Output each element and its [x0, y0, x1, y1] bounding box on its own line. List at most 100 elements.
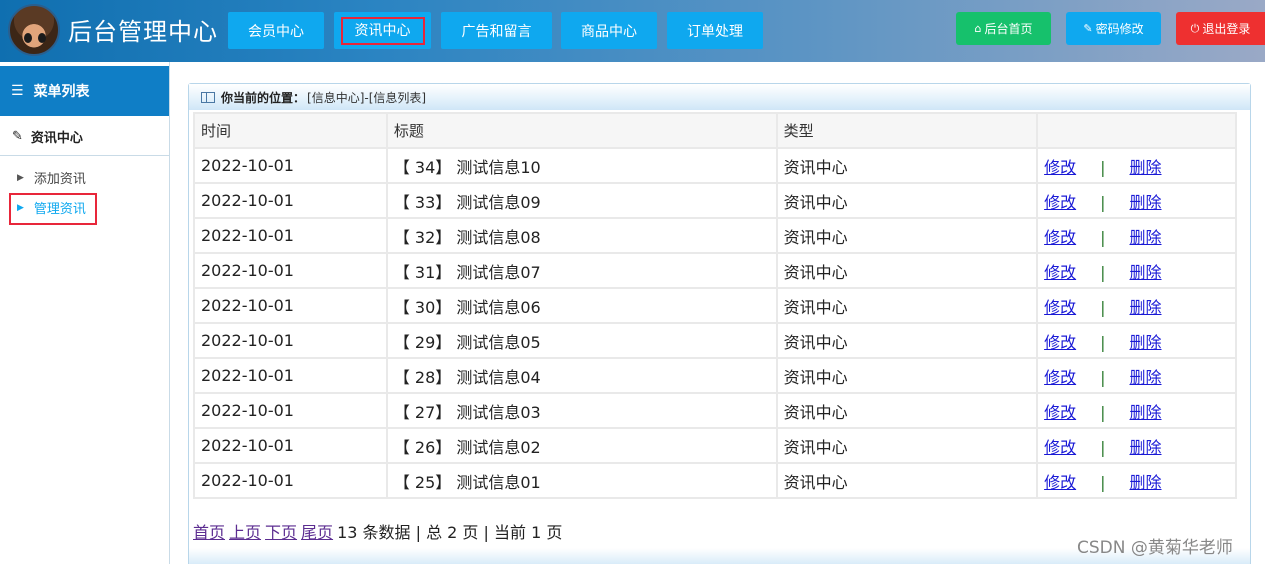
table-row: 2022-10-01 【 27】 测试信息03 资讯中心 修改 | 删除 [195, 394, 1235, 427]
cell-type: 资讯中心 [777, 359, 1037, 392]
column-header-type: 类型 [777, 114, 1037, 147]
sidebar-section-label: 资讯中心 [30, 131, 83, 146]
sidebar-item-add-news[interactable]: ▶ 添加资讯 [17, 168, 86, 187]
nav-product-center-label: 商品中心 [581, 23, 637, 40]
admin-home-label: 后台首页 [984, 22, 1033, 36]
cell-title: 【 26】 测试信息02 [387, 429, 776, 462]
cell-type: 资讯中心 [777, 219, 1037, 252]
edit-link[interactable]: 修改 [1044, 158, 1076, 177]
cell-time: 2022-10-01 [195, 359, 386, 392]
nav-ads-messages-label: 广告和留言 [461, 23, 532, 40]
logout-button[interactable]: ⏻ 退出登录 [1176, 12, 1265, 45]
cell-time: 2022-10-01 [195, 394, 386, 427]
cell-title: 【 32】 测试信息08 [387, 219, 776, 252]
delete-link[interactable]: 删除 [1130, 438, 1162, 457]
nav-order-processing-label: 订单处理 [687, 23, 743, 40]
admin-home-button[interactable]: ⌂ 后台首页 [956, 12, 1051, 45]
page-prev-link[interactable]: 上页 [229, 523, 261, 542]
table-row: 2022-10-01 【 34】 测试信息10 资讯中心 修改 | 删除 [195, 149, 1235, 182]
table-row: 2022-10-01 【 29】 测试信息05 资讯中心 修改 | 删除 [195, 324, 1235, 357]
action-separator: | [1100, 262, 1106, 282]
list-icon: ☰ [11, 83, 24, 99]
nav-member-center[interactable]: 会员中心 [228, 12, 324, 49]
table-row: 2022-10-01 【 30】 测试信息06 资讯中心 修改 | 删除 [195, 289, 1235, 322]
delete-link[interactable]: 删除 [1130, 193, 1162, 212]
delete-link[interactable]: 删除 [1130, 298, 1162, 317]
cell-title: 【 30】 测试信息06 [387, 289, 776, 322]
column-header-actions [1038, 114, 1235, 147]
delete-link[interactable]: 删除 [1130, 228, 1162, 247]
cell-time: 2022-10-01 [195, 254, 386, 287]
power-icon: ⏻ [1190, 21, 1200, 35]
watermark: CSDN @黄菊华老师 [1077, 538, 1233, 558]
highlight-box [9, 193, 97, 225]
action-separator: | [1100, 192, 1106, 212]
wrench-icon: ✎ [1083, 22, 1093, 35]
table-row: 2022-10-01 【 26】 测试信息02 资讯中心 修改 | 删除 [195, 429, 1235, 462]
cell-type: 资讯中心 [777, 184, 1037, 217]
caret-right-icon: ▶ [17, 172, 24, 183]
cell-time: 2022-10-01 [195, 464, 386, 497]
cell-actions: 修改 | 删除 [1038, 324, 1235, 357]
cell-actions: 修改 | 删除 [1038, 429, 1235, 462]
cell-type: 资讯中心 [777, 394, 1037, 427]
edit-link[interactable]: 修改 [1044, 228, 1076, 247]
delete-link[interactable]: 删除 [1130, 473, 1162, 492]
delete-link[interactable]: 删除 [1130, 158, 1162, 177]
cell-type: 资讯中心 [777, 289, 1037, 322]
pagination: 首页 上页 下页 尾页 13 条数据 | 总 2 页 | 当前 1 页 [193, 519, 562, 543]
cell-actions: 修改 | 删除 [1038, 289, 1235, 322]
change-password-button[interactable]: ✎ 密码修改 [1066, 12, 1161, 45]
window-icon [201, 91, 215, 103]
action-separator: | [1100, 437, 1106, 457]
cell-time: 2022-10-01 [195, 149, 386, 182]
cell-title: 【 28】 测试信息04 [387, 359, 776, 392]
page-next-link[interactable]: 下页 [265, 523, 297, 542]
delete-link[interactable]: 删除 [1130, 333, 1162, 352]
edit-link[interactable]: 修改 [1044, 263, 1076, 282]
logout-label: 退出登录 [1202, 22, 1251, 36]
cell-title: 【 33】 测试信息09 [387, 184, 776, 217]
logo-avatar [8, 4, 60, 56]
cell-title: 【 34】 测试信息10 [387, 149, 776, 182]
change-password-label: 密码修改 [1095, 22, 1144, 36]
breadcrumb: 你当前的位置： [信息中心]-[信息列表] [189, 84, 1250, 110]
cell-actions: 修改 | 删除 [1038, 394, 1235, 427]
nav-order-processing[interactable]: 订单处理 [667, 12, 763, 49]
nav-news-center[interactable]: 资讯中心 [334, 12, 431, 49]
cell-title: 【 31】 测试信息07 [387, 254, 776, 287]
cell-type: 资讯中心 [777, 464, 1037, 497]
delete-link[interactable]: 删除 [1130, 263, 1162, 282]
breadcrumb-path: [信息中心]-[信息列表] [307, 90, 427, 105]
cell-actions: 修改 | 删除 [1038, 219, 1235, 252]
nav-ads-messages[interactable]: 广告和留言 [441, 12, 552, 49]
breadcrumb-label: 你当前的位置： [221, 90, 306, 105]
menu-list-header: ☰ 菜单列表 [0, 66, 169, 116]
action-separator: | [1100, 297, 1106, 317]
nav-product-center[interactable]: 商品中心 [561, 12, 657, 49]
page-first-link[interactable]: 首页 [193, 523, 225, 542]
edit-link[interactable]: 修改 [1044, 368, 1076, 387]
delete-link[interactable]: 删除 [1130, 368, 1162, 387]
edit-link[interactable]: 修改 [1044, 403, 1076, 422]
cell-actions: 修改 | 删除 [1038, 149, 1235, 182]
delete-link[interactable]: 删除 [1130, 403, 1162, 422]
cell-type: 资讯中心 [777, 254, 1037, 287]
sidebar-section-news[interactable]: ✎ 资讯中心 [0, 118, 169, 156]
cell-title: 【 27】 测试信息03 [387, 394, 776, 427]
edit-link[interactable]: 修改 [1044, 298, 1076, 317]
cell-time: 2022-10-01 [195, 429, 386, 462]
cell-type: 资讯中心 [777, 324, 1037, 357]
action-separator: | [1100, 157, 1106, 177]
edit-link[interactable]: 修改 [1044, 193, 1076, 212]
edit-link[interactable]: 修改 [1044, 473, 1076, 492]
page-last-link[interactable]: 尾页 [301, 523, 333, 542]
edit-link[interactable]: 修改 [1044, 438, 1076, 457]
edit-link[interactable]: 修改 [1044, 333, 1076, 352]
content-panel: 你当前的位置： [信息中心]-[信息列表] 时间 标题 类型 2022-10-0… [188, 83, 1251, 564]
cell-time: 2022-10-01 [195, 289, 386, 322]
nav-member-center-label: 会员中心 [248, 23, 304, 40]
cell-type: 资讯中心 [777, 149, 1037, 182]
action-separator: | [1100, 472, 1106, 492]
column-header-title: 标题 [387, 114, 776, 147]
